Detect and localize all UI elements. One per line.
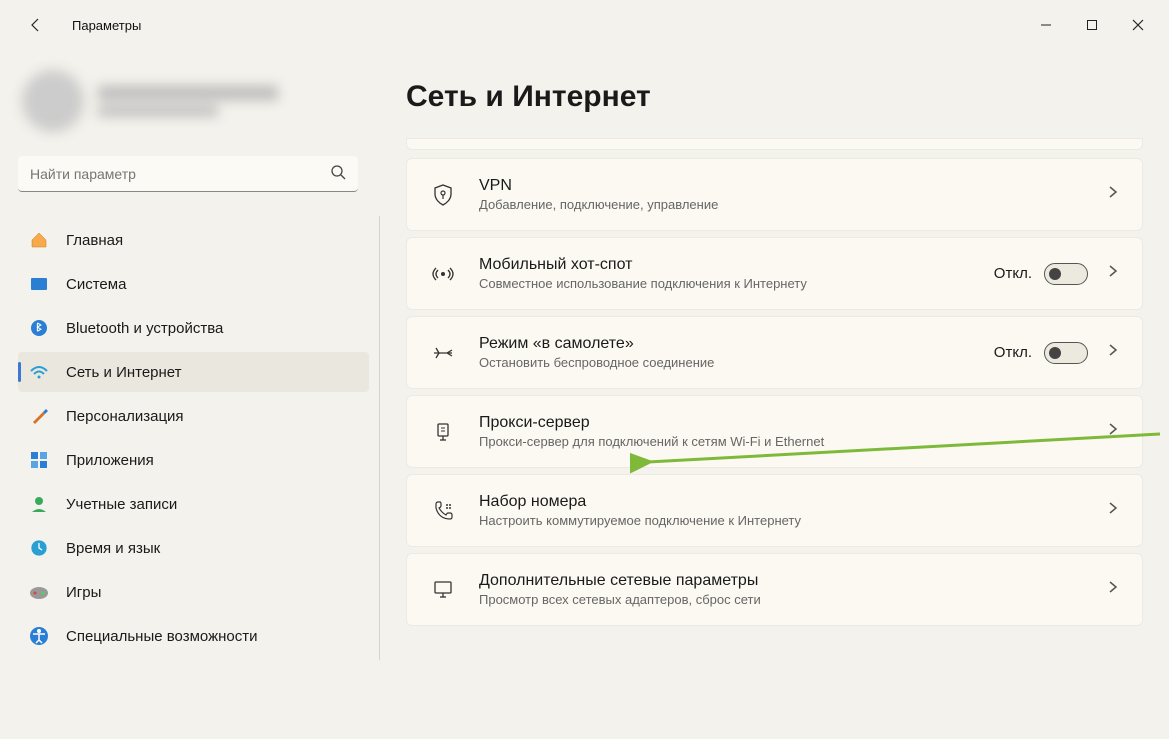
- card-proxy[interactable]: Прокси-сервер Прокси-сервер для подключе…: [406, 395, 1143, 468]
- bluetooth-icon: [28, 317, 50, 339]
- nav-item-home[interactable]: Главная: [18, 220, 369, 260]
- system-icon: [28, 273, 50, 295]
- home-icon: [28, 229, 50, 251]
- nav-item-time-language[interactable]: Время и язык: [18, 528, 369, 568]
- chevron-right-icon: [1106, 264, 1120, 283]
- chevron-right-icon: [1106, 185, 1120, 204]
- titlebar: Параметры: [0, 0, 1169, 50]
- wifi-icon: [28, 361, 50, 383]
- nav-item-bluetooth[interactable]: Bluetooth и устройства: [18, 308, 369, 348]
- nav-item-system[interactable]: Система: [18, 264, 369, 304]
- window-controls: [1023, 9, 1161, 41]
- phone-icon: [429, 497, 457, 525]
- avatar: [22, 70, 84, 132]
- hotspot-icon: [429, 260, 457, 288]
- nav-item-gaming[interactable]: Игры: [18, 572, 369, 612]
- close-button[interactable]: [1115, 9, 1161, 41]
- monitor-network-icon: [429, 576, 457, 604]
- previous-card-edge[interactable]: [406, 138, 1143, 150]
- card-title: VPN: [479, 177, 1106, 195]
- search-box: [18, 156, 358, 192]
- card-subtitle: Совместное использование подключения к И…: [479, 276, 994, 291]
- maximize-button[interactable]: [1069, 9, 1115, 41]
- maximize-icon: [1086, 19, 1098, 31]
- chevron-right-icon: [1106, 422, 1120, 441]
- profile-name: [98, 86, 278, 100]
- airplane-toggle[interactable]: [1044, 342, 1088, 364]
- nav-item-accounts[interactable]: Учетные записи: [18, 484, 369, 524]
- card-title: Режим «в самолете»: [479, 335, 994, 353]
- chevron-right-icon: [1106, 580, 1120, 599]
- apps-icon: [28, 449, 50, 471]
- toggle-state-label: Откл.: [994, 265, 1032, 282]
- shield-key-icon: [429, 181, 457, 209]
- minimize-icon: [1040, 19, 1052, 31]
- card-title: Мобильный хот-спот: [479, 256, 994, 274]
- page-title: Сеть и Интернет: [406, 80, 1143, 114]
- nav-label: Система: [66, 276, 126, 293]
- card-vpn[interactable]: VPN Добавление, подключение, управление: [406, 158, 1143, 231]
- nav-item-apps[interactable]: Приложения: [18, 440, 369, 480]
- globe-clock-icon: [28, 537, 50, 559]
- card-subtitle: Остановить беспроводное соединение: [479, 355, 994, 370]
- brush-icon: [28, 405, 50, 427]
- accessibility-icon: [28, 625, 50, 647]
- card-subtitle: Просмотр всех сетевых адаптеров, сброс с…: [479, 592, 1106, 607]
- card-subtitle: Прокси-сервер для подключений к сетям Wi…: [479, 434, 1106, 449]
- minimize-button[interactable]: [1023, 9, 1069, 41]
- nav-label: Игры: [66, 584, 101, 601]
- card-title: Дополнительные сетевые параметры: [479, 572, 1106, 590]
- chevron-right-icon: [1106, 343, 1120, 362]
- back-button[interactable]: [16, 5, 56, 45]
- toggle-state-label: Откл.: [994, 344, 1032, 361]
- nav-list: Главная Система Bluetooth и устройства С…: [18, 216, 380, 660]
- window-title: Параметры: [72, 18, 141, 33]
- search-icon: [330, 164, 346, 185]
- profile-block[interactable]: [18, 60, 380, 156]
- arrow-left-icon: [28, 17, 44, 33]
- nav-label: Bluetooth и устройства: [66, 320, 223, 337]
- card-subtitle: Настроить коммутируемое подключение к Ин…: [479, 513, 1106, 528]
- nav-label: Время и язык: [66, 540, 160, 557]
- nav-item-personalization[interactable]: Персонализация: [18, 396, 369, 436]
- nav-item-network[interactable]: Сеть и Интернет: [18, 352, 369, 392]
- card-title: Набор номера: [479, 493, 1106, 511]
- nav-label: Персонализация: [66, 408, 184, 425]
- card-hotspot[interactable]: Мобильный хот-спот Совместное использова…: [406, 237, 1143, 310]
- airplane-icon: [429, 339, 457, 367]
- main-content: Сеть и Интернет VPN Добавление, подключе…: [380, 50, 1169, 739]
- gamepad-icon: [28, 581, 50, 603]
- nav-label: Приложения: [66, 452, 154, 469]
- person-icon: [28, 493, 50, 515]
- nav-label: Главная: [66, 232, 123, 249]
- card-title: Прокси-сервер: [479, 414, 1106, 432]
- profile-email: [98, 106, 218, 116]
- close-icon: [1132, 19, 1144, 31]
- chevron-right-icon: [1106, 501, 1120, 520]
- nav-label: Специальные возможности: [66, 628, 258, 645]
- nav-label: Сеть и Интернет: [66, 364, 182, 381]
- proxy-icon: [429, 418, 457, 446]
- nav-label: Учетные записи: [66, 496, 177, 513]
- sidebar: Главная Система Bluetooth и устройства С…: [0, 50, 380, 739]
- hotspot-toggle[interactable]: [1044, 263, 1088, 285]
- search-input[interactable]: [18, 156, 358, 192]
- card-advanced-network[interactable]: Дополнительные сетевые параметры Просмот…: [406, 553, 1143, 626]
- card-dialup[interactable]: Набор номера Настроить коммутируемое под…: [406, 474, 1143, 547]
- card-subtitle: Добавление, подключение, управление: [479, 197, 1106, 212]
- card-airplane[interactable]: Режим «в самолете» Остановить беспроводн…: [406, 316, 1143, 389]
- nav-item-accessibility[interactable]: Специальные возможности: [18, 616, 369, 656]
